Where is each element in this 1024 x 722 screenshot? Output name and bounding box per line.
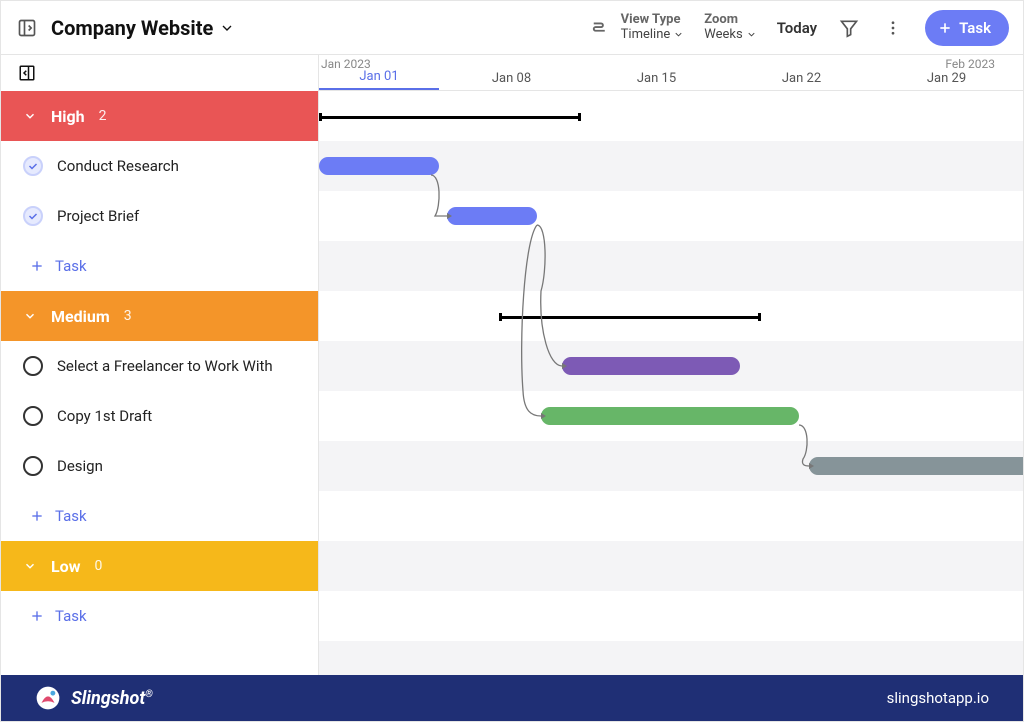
day-column[interactable]: Jan 01 — [319, 69, 439, 90]
project-title[interactable]: Company Website — [51, 16, 235, 40]
chevron-down-icon — [746, 29, 757, 40]
group-name: Low — [51, 557, 80, 576]
group-summary-bar[interactable] — [499, 316, 761, 319]
project-title-text: Company Website — [51, 16, 213, 40]
timeline-icon — [591, 17, 613, 39]
zoom-label: Zoom — [704, 13, 756, 28]
chevron-down-icon — [673, 29, 684, 40]
task-name: Design — [57, 457, 103, 475]
chevron-down-icon — [23, 559, 37, 573]
brand-name: Slingshot — [71, 688, 145, 709]
footer-url: slingshotapp.io — [887, 689, 989, 707]
add-task-label: Task — [55, 257, 87, 275]
collapse-sidebar-icon[interactable] — [15, 61, 39, 85]
check-icon[interactable] — [23, 206, 43, 226]
add-task-button[interactable]: Task — [1, 241, 318, 291]
sidebar: High 2 Conduct Research Project Brief Ta… — [1, 55, 319, 675]
today-button[interactable]: Today — [777, 19, 817, 37]
task-bar-design[interactable] — [809, 457, 1023, 475]
check-icon[interactable] — [23, 156, 43, 176]
task-row[interactable]: Design — [1, 441, 318, 491]
timeline-header: Jan 2023 Feb 2023 Jan 01 Jan 08 Jan 15 J… — [319, 55, 1023, 91]
new-task-label: Task — [959, 19, 991, 37]
view-type-label: View Type — [621, 13, 685, 28]
timeline-body — [319, 91, 1023, 675]
zoom-value: Weeks — [704, 28, 742, 43]
task-name: Project Brief — [57, 207, 139, 225]
task-bar-copy-draft[interactable] — [541, 407, 799, 425]
month-label: Jan 2023 — [321, 57, 371, 71]
zoom-selector[interactable]: Zoom Weeks — [704, 13, 756, 43]
group-name: Medium — [51, 307, 110, 326]
chevron-down-icon — [219, 20, 235, 36]
group-header-high[interactable]: High 2 — [1, 91, 318, 141]
task-row[interactable]: Conduct Research — [1, 141, 318, 191]
group-count: 2 — [99, 108, 107, 124]
add-task-button[interactable]: Task — [1, 591, 318, 641]
month-label: Feb 2023 — [945, 57, 995, 71]
add-task-label: Task — [55, 507, 87, 525]
plus-icon — [29, 508, 45, 524]
day-column[interactable]: Jan 08 — [439, 71, 584, 90]
toolbar: Company Website View Type Timeline Zoom … — [1, 1, 1023, 55]
task-bar-select-freelancer[interactable] — [562, 357, 740, 375]
footer: Slingshot® slingshotapp.io — [1, 675, 1023, 721]
plus-icon — [29, 608, 45, 624]
task-name: Copy 1st Draft — [57, 407, 152, 425]
more-icon[interactable] — [881, 16, 905, 40]
group-count: 0 — [94, 558, 102, 574]
add-task-label: Task — [55, 607, 87, 625]
task-name: Select a Freelancer to Work With — [57, 357, 273, 375]
new-task-button[interactable]: Task — [925, 10, 1009, 46]
task-row[interactable]: Select a Freelancer to Work With — [1, 341, 318, 391]
task-row[interactable]: Copy 1st Draft — [1, 391, 318, 441]
chevron-down-icon — [23, 109, 37, 123]
group-header-low[interactable]: Low 0 — [1, 541, 318, 591]
group-name: High — [51, 107, 85, 126]
check-icon[interactable] — [23, 356, 43, 376]
group-header-medium[interactable]: Medium 3 — [1, 291, 318, 341]
panel-toggle-icon[interactable] — [15, 16, 39, 40]
group-summary-bar[interactable] — [319, 116, 581, 119]
check-icon[interactable] — [23, 456, 43, 476]
view-type-selector[interactable]: View Type Timeline — [591, 13, 685, 43]
add-task-button[interactable]: Task — [1, 491, 318, 541]
task-row[interactable]: Project Brief — [1, 191, 318, 241]
day-column[interactable]: Jan 29 — [874, 71, 1019, 90]
task-name: Conduct Research — [57, 157, 179, 175]
day-column[interactable]: Jan 22 — [729, 71, 874, 90]
task-bar-conduct-research[interactable] — [319, 157, 439, 175]
filter-icon[interactable] — [837, 16, 861, 40]
day-column[interactable]: Jan 15 — [584, 71, 729, 90]
slingshot-logo-icon — [35, 685, 61, 711]
plus-icon — [29, 258, 45, 274]
plus-icon — [937, 20, 953, 36]
timeline-area[interactable]: Jan 2023 Feb 2023 Jan 01 Jan 08 Jan 15 J… — [319, 55, 1023, 675]
chevron-down-icon — [23, 309, 37, 323]
task-bar-project-brief[interactable] — [447, 207, 537, 225]
check-icon[interactable] — [23, 406, 43, 426]
group-count: 3 — [124, 308, 132, 324]
view-type-value: Timeline — [621, 28, 671, 43]
